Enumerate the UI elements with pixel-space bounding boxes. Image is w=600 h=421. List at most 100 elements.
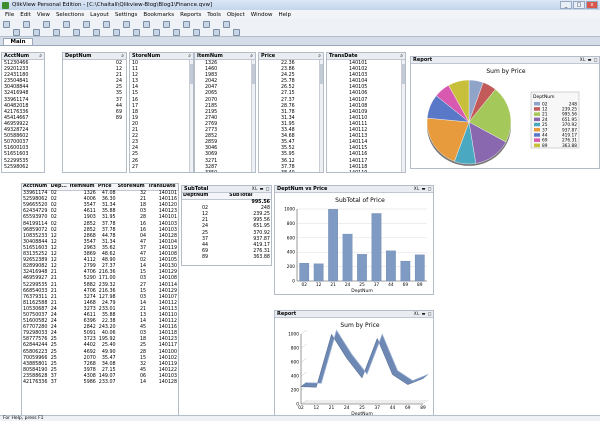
menu-view[interactable]: View [37, 12, 50, 18]
toolbar-save-icon[interactable] [23, 21, 30, 28]
listbox-storenum[interactable]: StoreNum ⌕ 10 11 12 13 14 15 16 17 18 19 20 21 22 23 24… [129, 52, 194, 173]
column-header[interactable]: SubTotal [228, 193, 271, 201]
toolbar-zoom-icon[interactable] [223, 21, 230, 28]
toolbar-help-icon[interactable] [213, 29, 220, 36]
table-cell: 89 [202, 254, 209, 260]
pie-chart-report[interactable]: Report XL ▬ □ Sum by Price DeptNum 02 248 12 2… [410, 56, 600, 169]
toolbar-lock-icon[interactable] [123, 21, 130, 28]
listbox-transdate[interactable]: TransDate ⌕ 140101 140102 140103 140104 14010… [326, 52, 406, 173]
list-item[interactable]: 89 [65, 116, 122, 122]
table-cell: 84199114 [23, 221, 48, 227]
listbox-deptnum[interactable]: DeptNum ⌕ 02 12 21 24 25 35 37 44 69 89 [62, 52, 127, 173]
list-item[interactable]: 27 [132, 165, 191, 171]
menu-edit[interactable]: Edit [20, 12, 31, 18]
scrollbar[interactable] [251, 60, 255, 172]
search-icon[interactable]: ⌕ [250, 53, 253, 59]
toolbar-cut-icon[interactable] [43, 21, 50, 28]
listbox-values[interactable]: 140101 140102 140103 140104 140105 140106 1401… [327, 60, 405, 172]
column-header[interactable]: Price [96, 184, 117, 192]
detail-table[interactable]: AcctNum Dep... ItemNum Price StoreNum TransDa… [21, 183, 179, 418]
column-header[interactable]: DeptNum [182, 193, 229, 201]
listbox-values[interactable]: 02 12 21 24 25 35 37 44 69 89 [63, 60, 126, 123]
x-tick-label: 37 [374, 282, 380, 288]
search-icon[interactable]: ⌕ [188, 53, 191, 59]
toolbar-text-icon[interactable] [193, 29, 200, 36]
minimize-button[interactable]: _ [560, 1, 572, 9]
menu-selections[interactable]: Selections [56, 12, 84, 18]
toolbar-forward-icon[interactable] [113, 29, 120, 36]
listbox-values[interactable]: 22.36 23.86 24.25 25.78 26.52 27.15 27.37 28.76… [259, 60, 323, 172]
gridline [300, 371, 308, 377]
scrollbar[interactable] [319, 60, 323, 172]
menu-bookmarks[interactable]: Bookmarks [143, 12, 174, 18]
menu-window[interactable]: Window [251, 12, 273, 18]
toolbar-undo-icon[interactable] [73, 29, 80, 36]
y-tick-label: 1000 [284, 207, 295, 213]
line-chart-report[interactable]: Report XL ▬ □ Sum by Price 0 200 400 600 800 10… [274, 310, 434, 420]
sheet-main: AcctNum ⌕ 51230466 29201233 22431180 2350484… [0, 45, 600, 421]
search-icon[interactable]: ⌕ [121, 53, 124, 59]
toolbar-open-icon[interactable] [13, 29, 20, 36]
toolbar-copy-icon[interactable] [53, 29, 60, 36]
chart-controls-icon[interactable]: XL ▬ □ [414, 311, 432, 317]
scrollbar[interactable] [401, 60, 405, 172]
listbox-values[interactable]: 1326 1460 1983 2042 2047 2065 2070 2185 2195 2740… [195, 60, 255, 172]
menu-settings[interactable]: Settings [115, 12, 138, 18]
title-bar: QlikView Personal Edition - [C:\Chaitali… [0, 0, 600, 10]
table-row[interactable]: 89 363.88 [182, 255, 271, 261]
listbox-price[interactable]: Price ⌕ 22.36 23.86 24.25 25.78 26.52 27.15 27.… [258, 52, 324, 173]
list-item[interactable]: 52598062 [4, 165, 42, 171]
column-header[interactable]: TransDate [147, 184, 178, 192]
toolbar-new-icon[interactable] [3, 21, 10, 28]
column-header[interactable]: StoreNum [116, 184, 148, 192]
legend-value: 276.31 [562, 138, 577, 144]
bar-24 [342, 233, 353, 282]
column-header[interactable]: AcctNum [22, 184, 50, 192]
column-header[interactable]: Dep... [49, 184, 69, 192]
toolbar-redo-icon[interactable] [83, 21, 90, 28]
listbox-itemnum[interactable]: ItemNum ⌕ 1326 1460 1983 2042 2047 2065 2070 218… [194, 52, 256, 173]
maximize-button[interactable]: □ [573, 1, 585, 9]
toolbar-print-icon[interactable] [33, 29, 40, 36]
column-header[interactable]: ItemNum [68, 184, 97, 192]
close-button[interactable]: x [586, 1, 598, 9]
chart-controls-icon[interactable]: XL ▬ □ [580, 57, 598, 63]
listbox-values[interactable]: 10 11 12 13 14 15 16 17 18 19 20 21 22 23 24 25 26 27 [130, 60, 193, 172]
menu-object[interactable]: Object [227, 12, 245, 18]
search-icon[interactable]: ⌕ [39, 53, 42, 59]
table-row[interactable]: 42176336 37 5986 233.07 14 140128 [22, 380, 178, 386]
chart-title: Sum by Price [340, 322, 380, 329]
menu-file[interactable]: File [5, 12, 14, 18]
status-bar: For Help, press F1 [0, 415, 600, 421]
toolbar-edit-icon[interactable] [203, 21, 210, 28]
toolbar-search-icon[interactable] [93, 29, 100, 36]
subtotal-table[interactable]: SubTotal XL ▬ □ DeptNum SubTotal 995.56 02 24… [181, 185, 272, 266]
table-cell: 62844244 [23, 343, 48, 349]
toolbar-chart-icon[interactable] [173, 29, 180, 36]
listbox-acctnum[interactable]: AcctNum ⌕ 51230466 29201233 22431180 2350484… [1, 52, 45, 173]
bar-chart-deptnum-vs-price[interactable]: DeptNum vs Price XL ▬ □ SubTotal of Price… [274, 185, 434, 295]
toolbar-clear-icon[interactable] [143, 21, 150, 28]
menu-tools[interactable]: Tools [207, 12, 221, 18]
table-controls-icon[interactable]: XL ▬ □ [252, 186, 270, 192]
toolbar-table-icon[interactable] [183, 21, 190, 28]
menu-reports[interactable]: Reports [180, 12, 201, 18]
chart-controls-icon[interactable]: XL ▬ □ [414, 186, 432, 192]
listbox-values[interactable]: 51230466 29201233 22431180 23504841 30408844… [2, 60, 44, 172]
search-icon[interactable]: ⌕ [318, 53, 321, 59]
toolbar-paste-icon[interactable] [63, 21, 70, 28]
legend-category: 21 [542, 112, 548, 118]
search-icon[interactable]: ⌕ [400, 53, 403, 59]
list-item[interactable]: 3350 [205, 171, 253, 172]
menu-layout[interactable]: Layout [90, 12, 109, 18]
scrollbar[interactable] [189, 60, 193, 172]
legend-value: 651.95 [562, 117, 577, 123]
list-item[interactable]: 38.40 [281, 171, 321, 172]
list-item[interactable]: 140119 [349, 171, 403, 172]
toolbar-export-icon[interactable] [233, 29, 240, 36]
toolbar-back-icon[interactable] [103, 21, 110, 28]
toolbar-bookmark-icon[interactable] [153, 29, 160, 36]
toolbar-unlock-icon[interactable] [133, 29, 140, 36]
toolbar-reload-icon[interactable] [163, 21, 170, 28]
menu-help[interactable]: Help [278, 12, 291, 18]
